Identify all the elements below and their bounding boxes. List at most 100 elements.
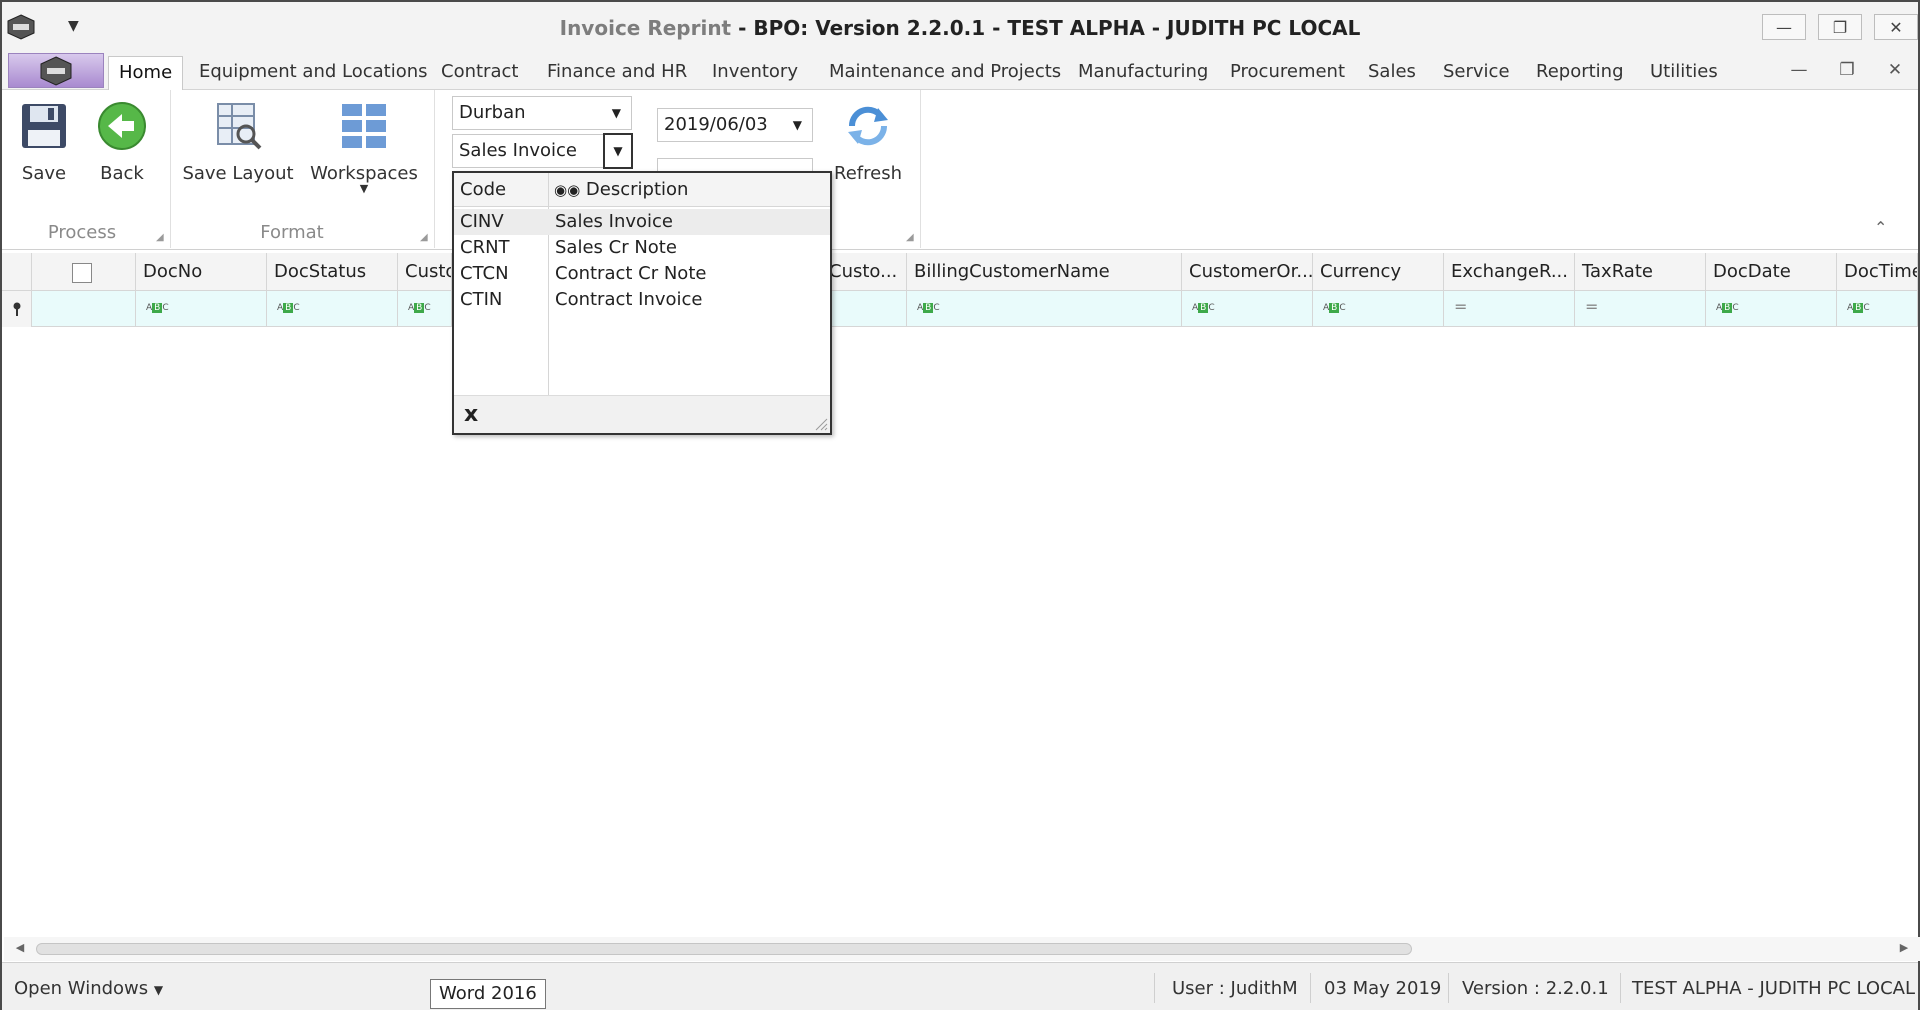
save-layout-button[interactable]: Save Layout bbox=[182, 100, 294, 184]
date-combo-arrow-icon[interactable]: ▼ bbox=[793, 109, 802, 141]
status-separator bbox=[1448, 973, 1449, 1003]
minimize-button[interactable]: — bbox=[1762, 14, 1806, 40]
dropdown-header-code[interactable]: Code bbox=[454, 173, 548, 207]
dropdown-row-description: Sales Invoice bbox=[555, 211, 673, 232]
restore-button[interactable]: ❐ bbox=[1818, 14, 1862, 40]
refresh-button[interactable]: Refresh bbox=[830, 100, 906, 184]
doctype-combo-arrow-icon[interactable]: ▼ bbox=[603, 133, 633, 169]
tab-reporting[interactable]: Reporting bbox=[1526, 56, 1634, 90]
save-button[interactable]: Save bbox=[16, 100, 72, 184]
filter-cell-docdate[interactable]: ABC bbox=[1706, 291, 1837, 327]
open-windows-label: Open Windows bbox=[14, 978, 149, 999]
column-header-customer[interactable]: Custo bbox=[398, 253, 452, 291]
collapse-ribbon-icon[interactable]: ⌃ bbox=[1874, 218, 1900, 238]
open-windows-button[interactable]: Open Windows ▼ bbox=[14, 978, 163, 999]
tab-procurement[interactable]: Procurement bbox=[1220, 56, 1355, 90]
workspaces-icon bbox=[342, 104, 386, 148]
grid-header: DocNo DocStatus Custo Custo... BillingCu… bbox=[2, 253, 1918, 291]
scrollbar-thumb[interactable] bbox=[36, 943, 1412, 955]
equals-filter-icon: = bbox=[1454, 297, 1468, 316]
mdi-close-button[interactable]: ✕ bbox=[1882, 60, 1908, 82]
dropdown-row[interactable]: CINV Sales Invoice bbox=[454, 209, 830, 235]
dropdown-row[interactable]: CTIN Contract Invoice bbox=[454, 287, 830, 313]
scroll-left-icon[interactable]: ◀ bbox=[12, 941, 28, 957]
dropdown-row[interactable]: CTCN Contract Cr Note bbox=[454, 261, 830, 287]
tab-manufacturing[interactable]: Manufacturing bbox=[1068, 56, 1218, 90]
equals-filter-icon: = bbox=[1585, 297, 1599, 316]
mdi-minimize-button[interactable]: — bbox=[1786, 60, 1812, 82]
column-header-customerorder[interactable]: CustomerOr... bbox=[1182, 253, 1313, 291]
status-separator bbox=[1154, 973, 1155, 1003]
filter-cell-taxrate[interactable]: = bbox=[1575, 291, 1706, 327]
status-version: Version : 2.2.0.1 bbox=[1462, 978, 1609, 999]
hidden-combo[interactable] bbox=[657, 158, 813, 172]
tab-sales[interactable]: Sales bbox=[1358, 56, 1426, 90]
close-window-button[interactable]: ✕ bbox=[1874, 14, 1918, 40]
open-windows-dropdown-icon: ▼ bbox=[153, 983, 164, 997]
group-separator bbox=[920, 90, 921, 248]
format-group-launcher-icon[interactable]: ◢ bbox=[420, 232, 430, 243]
column-header-docdate[interactable]: DocDate bbox=[1706, 253, 1837, 291]
horizontal-scrollbar[interactable]: ◀ ▶ bbox=[4, 937, 1920, 961]
taskbar-tooltip: Word 2016 bbox=[430, 979, 546, 1009]
back-label: Back bbox=[100, 163, 144, 184]
scroll-right-icon[interactable]: ▶ bbox=[1896, 941, 1912, 957]
filter-cell-doctime[interactable]: ABC bbox=[1837, 291, 1918, 327]
select-all-checkbox[interactable] bbox=[72, 263, 92, 283]
tab-inventory[interactable]: Inventory bbox=[702, 56, 808, 90]
filter-cell-customerorder[interactable]: ABC bbox=[1182, 291, 1313, 327]
tab-service[interactable]: Service bbox=[1433, 56, 1520, 90]
filter-row-indicator bbox=[2, 291, 32, 327]
status-user: User : JudithM bbox=[1172, 978, 1298, 999]
tab-contract[interactable]: Contract bbox=[431, 56, 528, 90]
filter-cell-docstatus[interactable]: ABC bbox=[267, 291, 398, 327]
column-header-billingcustomername[interactable]: BillingCustomerName bbox=[907, 253, 1182, 291]
app-menu-logo-icon bbox=[40, 55, 72, 86]
mdi-restore-button[interactable]: ❐ bbox=[1834, 60, 1860, 82]
window-title: Invoice Reprint - BPO: Version 2.2.0.1 -… bbox=[2, 16, 1918, 40]
column-header-taxrate[interactable]: TaxRate bbox=[1575, 253, 1706, 291]
group-separator bbox=[434, 90, 435, 248]
filter-cell-currency[interactable]: ABC bbox=[1313, 291, 1444, 327]
column-header-exchangerate[interactable]: ExchangeR... bbox=[1444, 253, 1575, 291]
tab-home[interactable]: Home bbox=[108, 56, 184, 90]
ribbon: Save Back Process ◢ Save Layout Workspac… bbox=[2, 90, 1918, 250]
status-separator bbox=[1310, 973, 1311, 1003]
back-arrow-icon bbox=[98, 102, 146, 150]
dropdown-close-button[interactable]: x bbox=[464, 402, 478, 427]
date-combo-value: 2019/06/03 bbox=[664, 114, 768, 135]
back-button[interactable]: Back bbox=[94, 100, 150, 184]
dropdown-header-description[interactable]: ◉◉ Description bbox=[548, 173, 830, 207]
text-filter-icon: ABC bbox=[1323, 303, 1346, 313]
workspaces-button[interactable]: Workspaces ▼ bbox=[310, 100, 418, 195]
text-filter-icon: ABC bbox=[917, 303, 940, 313]
doctype-combo[interactable]: Sales Invoice ▼ bbox=[452, 133, 633, 169]
filter-cell-customer-2[interactable] bbox=[822, 291, 907, 327]
resize-grip-icon[interactable] bbox=[812, 415, 828, 431]
app-menu-button[interactable] bbox=[8, 53, 104, 88]
filter-cell-billingcustomername[interactable]: ABC bbox=[907, 291, 1182, 327]
column-header-docstatus[interactable]: DocStatus bbox=[267, 253, 398, 291]
site-combo-arrow-icon[interactable]: ▼ bbox=[612, 97, 621, 129]
dropdown-row[interactable]: CRNT Sales Cr Note bbox=[454, 235, 830, 261]
tab-maintenance-and-projects[interactable]: Maintenance and Projects bbox=[819, 56, 1071, 90]
window-title-prefix: Invoice Reprint bbox=[559, 16, 732, 40]
tab-finance-and-hr[interactable]: Finance and HR bbox=[537, 56, 697, 90]
dropdown-row-description: Contract Invoice bbox=[555, 289, 703, 310]
status-bar: Open Windows ▼ User : JudithM 03 May 201… bbox=[2, 962, 1918, 1010]
site-combo[interactable]: Durban ▼ bbox=[452, 96, 632, 130]
filter-cell-docno[interactable]: ABC bbox=[136, 291, 267, 327]
date-combo[interactable]: 2019/06/03 ▼ bbox=[657, 108, 813, 142]
status-environment: TEST ALPHA - JUDITH PC LOCAL bbox=[1632, 978, 1916, 999]
tab-equipment-and-locations[interactable]: Equipment and Locations bbox=[189, 56, 438, 90]
workspaces-label: Workspaces bbox=[310, 163, 418, 184]
column-header-customer-2[interactable]: Custo... bbox=[822, 253, 907, 291]
process-group-launcher-icon[interactable]: ◢ bbox=[156, 232, 166, 243]
column-header-doctime[interactable]: DocTime bbox=[1837, 253, 1918, 291]
filter-cell-exchangerate[interactable]: = bbox=[1444, 291, 1575, 327]
column-header-docno[interactable]: DocNo bbox=[136, 253, 267, 291]
filter-cell-customer[interactable]: ABC bbox=[398, 291, 452, 327]
column-header-currency[interactable]: Currency bbox=[1313, 253, 1444, 291]
tab-utilities[interactable]: Utilities bbox=[1640, 56, 1728, 90]
data-group-launcher-icon[interactable]: ◢ bbox=[906, 232, 916, 243]
